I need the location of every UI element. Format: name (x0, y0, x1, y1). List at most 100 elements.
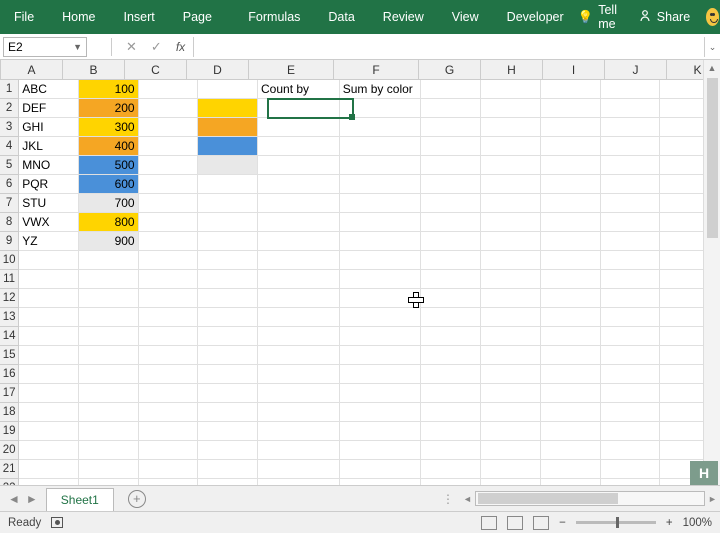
cell[interactable] (601, 232, 661, 251)
cell[interactable] (139, 479, 199, 485)
ribbon-tab-insert[interactable]: Insert (110, 0, 169, 34)
cell[interactable] (258, 422, 340, 441)
cell[interactable] (421, 346, 481, 365)
row-header[interactable]: 7 (0, 194, 19, 213)
cell[interactable] (139, 194, 199, 213)
cell[interactable] (139, 175, 199, 194)
scroll-up-icon[interactable]: ▲ (708, 60, 717, 76)
cell[interactable] (198, 118, 258, 137)
cell[interactable] (258, 289, 340, 308)
cell[interactable] (340, 194, 422, 213)
horizontal-scrollbar[interactable] (475, 491, 705, 506)
cell[interactable] (481, 346, 541, 365)
cell[interactable] (601, 213, 661, 232)
cell[interactable] (198, 289, 258, 308)
cell[interactable] (340, 327, 422, 346)
cell[interactable] (19, 422, 79, 441)
cell[interactable] (541, 118, 601, 137)
vertical-scroll-thumb[interactable] (707, 78, 718, 238)
cell[interactable] (340, 384, 422, 403)
cell[interactable] (139, 384, 199, 403)
row-header[interactable]: 12 (0, 289, 19, 308)
cell[interactable] (19, 270, 79, 289)
cell[interactable] (79, 460, 139, 479)
cell[interactable] (541, 403, 601, 422)
cell[interactable] (79, 403, 139, 422)
cell[interactable] (421, 270, 481, 289)
cell[interactable] (481, 308, 541, 327)
cell[interactable] (421, 308, 481, 327)
cell[interactable] (198, 346, 258, 365)
cell[interactable] (421, 156, 481, 175)
cell[interactable] (541, 308, 601, 327)
cell[interactable] (198, 251, 258, 270)
row-header[interactable]: 17 (0, 384, 19, 403)
row-header[interactable]: 13 (0, 308, 19, 327)
cell[interactable] (340, 460, 422, 479)
cell[interactable] (421, 80, 481, 99)
cell[interactable] (421, 251, 481, 270)
cell[interactable] (340, 422, 422, 441)
column-header[interactable]: G (419, 60, 481, 79)
row-header[interactable]: 6 (0, 175, 19, 194)
cell[interactable] (139, 232, 199, 251)
cell[interactable] (481, 270, 541, 289)
cell[interactable] (601, 118, 661, 137)
cell[interactable] (541, 80, 601, 99)
cell[interactable] (139, 156, 199, 175)
cell[interactable] (198, 308, 258, 327)
cell[interactable] (340, 137, 422, 156)
cell[interactable] (198, 80, 258, 99)
column-header[interactable]: E (249, 60, 334, 79)
cell[interactable] (340, 175, 422, 194)
cell[interactable] (139, 80, 199, 99)
cell[interactable] (481, 137, 541, 156)
cell[interactable] (541, 479, 601, 485)
cell[interactable] (541, 213, 601, 232)
add-sheet-button[interactable]: + (128, 490, 146, 508)
cell[interactable]: Count by color (258, 80, 340, 99)
cell[interactable] (340, 479, 422, 485)
ribbon-tab-review[interactable]: Review (369, 0, 438, 34)
cell[interactable] (79, 384, 139, 403)
sheet-tab[interactable]: Sheet1 (46, 488, 114, 511)
cell[interactable] (541, 99, 601, 118)
cell[interactable] (481, 460, 541, 479)
cell[interactable] (340, 441, 422, 460)
zoom-value[interactable]: 100% (683, 517, 712, 529)
ribbon-tab-developer[interactable]: Developer (493, 0, 578, 34)
cell[interactable] (198, 99, 258, 118)
cell[interactable] (139, 99, 199, 118)
cell[interactable] (541, 232, 601, 251)
cell[interactable] (19, 346, 79, 365)
cell[interactable] (421, 289, 481, 308)
cell[interactable] (198, 213, 258, 232)
cell[interactable] (541, 194, 601, 213)
row-header[interactable]: 8 (0, 213, 19, 232)
cell[interactable] (79, 422, 139, 441)
cell[interactable] (258, 175, 340, 194)
cell[interactable] (198, 460, 258, 479)
cell[interactable]: ABC (19, 80, 79, 99)
cell[interactable]: 500 (79, 156, 139, 175)
cell[interactable] (601, 270, 661, 289)
column-header[interactable]: D (187, 60, 249, 79)
cell[interactable] (258, 137, 340, 156)
cell[interactable] (481, 441, 541, 460)
cell[interactable] (79, 327, 139, 346)
cell[interactable]: 300 (79, 118, 139, 137)
cell[interactable] (19, 479, 79, 485)
cell[interactable] (258, 384, 340, 403)
cell[interactable] (139, 346, 199, 365)
cell[interactable] (19, 460, 79, 479)
row-header[interactable]: 4 (0, 137, 19, 156)
cell[interactable] (601, 251, 661, 270)
column-header[interactable]: B (63, 60, 125, 79)
cell[interactable] (340, 270, 422, 289)
cell[interactable] (258, 460, 340, 479)
cell[interactable] (340, 365, 422, 384)
cell[interactable] (340, 156, 422, 175)
cell[interactable] (601, 479, 661, 485)
cell[interactable] (601, 422, 661, 441)
cell[interactable] (19, 327, 79, 346)
